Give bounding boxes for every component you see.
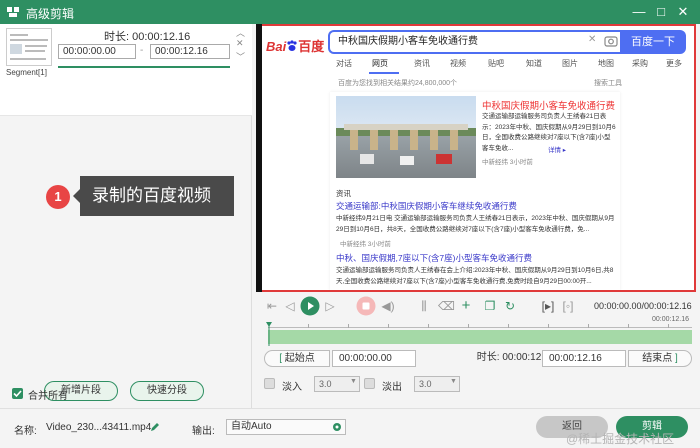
tab-video[interactable]: 视频 [450,58,466,69]
result-1-title[interactable]: 交通运输部:中秋国庆假期小客车继续免收通行费 [336,200,517,212]
fade-in-chevron-icon: ▼ [350,378,357,385]
jump-start-icon[interactable]: ⇤ [264,298,280,314]
toll-station-image [336,96,476,178]
output-settings-icon[interactable] [332,422,342,432]
app-logo-icon [7,7,19,17]
segment-start-input[interactable]: 00:00:00.00 [58,44,136,59]
timeline-clip[interactable] [268,330,692,344]
window-title: 高级剪辑 [26,7,75,21]
segment-panel: Segment[1] 时长: 00:00:12.16 00:00:00.00 -… [0,24,252,408]
separator-dash: - [140,45,144,56]
name-label: 名称: [14,426,37,437]
output-label: 输出: [192,426,215,437]
set-end-button[interactable]: 结束点 ] [628,350,692,367]
fade-controls: 淡入 3.0 ▼ 淡出 3.0 ▼ [264,376,564,393]
rotate-icon[interactable]: ↻ [502,298,518,314]
segment-thumbnail [6,28,52,66]
segment-end-input[interactable]: 00:00:12.16 [150,44,230,59]
baidu-tabs: 对话 网页 资讯 视频 贴吧 知道 图片 地图 采购 更多 [336,58,694,72]
copy-icon[interactable]: ❐ [482,298,498,314]
result-2-snippet: 交通运输部运输服务司负责人王绣春在会上介绍:2023年中秋、国庆假期从9月29日… [336,267,614,285]
output-select[interactable]: 自动Auto [226,419,346,435]
result-1-source: 中新经纬 3小时前 [340,241,391,248]
tab-news[interactable]: 资讯 [414,58,430,69]
title-bar: 高级剪辑 — □ ✕ [0,0,700,24]
paw-icon [287,40,297,51]
fade-out-checkbox[interactable] [364,378,375,389]
baidu-page: Bai 百度 中秋国庆假期小客车免收通行费 ✕ 百度一下 对话 网页 资讯 视频 … [264,26,694,290]
details-link[interactable]: 详情 ▸ [548,144,566,154]
tab-web[interactable]: 网页 [372,58,388,69]
delete-icon[interactable]: ⌫ [438,298,455,314]
record-stop-button[interactable] [356,296,376,316]
step-back-icon[interactable]: ◁ [282,298,298,314]
playhead[interactable] [266,322,272,346]
annotation-callout: 1 录制的百度视频 [46,176,234,216]
step-forward-icon[interactable]: ▷ [322,298,338,314]
split-icon[interactable]: ⫼ [416,298,432,314]
trim-start-input[interactable]: 00:00:00.00 [332,350,416,367]
timeline-end-time: 00:00:12.16 [652,316,689,323]
minimize-button[interactable]: — [630,3,648,21]
baidu-search-button[interactable]: 百度一下 [620,30,686,54]
featured-result-title[interactable]: 中秋国庆假期小客车免收通行费 [482,98,615,112]
segment-duration: 时长: 00:00:12.16 [104,31,191,43]
volume-icon[interactable]: ◀) [380,298,396,314]
video-preview: Bai 百度 中秋国庆假期小客车免收通行费 ✕ 百度一下 对话 网页 资讯 视频 … [256,24,696,292]
fade-out-label: 淡出 [382,382,402,393]
tab-maps[interactable]: 地图 [598,58,614,69]
tab-chat[interactable]: 对话 [336,58,352,69]
file-name: Video_230...43411.mp4 [46,422,152,433]
baidu-logo: Bai 百度 [266,39,325,54]
tab-tieba[interactable]: 贴吧 [488,58,504,69]
timeline[interactable]: 00:00:12.16 [266,316,692,346]
edit-name-icon[interactable] [150,422,160,432]
camera-icon[interactable] [604,35,618,47]
quick-split-button[interactable]: 快速分段 [130,381,204,401]
preview-left-edge [256,24,262,292]
tab-purchase[interactable]: 采购 [632,58,648,69]
segment-item[interactable]: Segment[1] 时长: 00:00:12.16 00:00:00.00 -… [0,24,252,116]
remove-segment-icon[interactable]: ✕ [236,38,244,49]
baidu-search-input[interactable]: 中秋国庆假期小客车免收通行费 [328,30,620,54]
segment-range-bar [58,66,230,68]
featured-result-source: 中新经纬 3小时前 [482,159,533,166]
screenshot-icon[interactable]: [◦] [560,298,576,314]
clear-icon[interactable]: ✕ [588,34,596,45]
fade-out-chevron-icon: ▼ [450,378,457,385]
result-1-snippet: 中新经纬9月21日电 交通运输部运输服务司负责人王绣春21日表示，2023年中秋… [336,215,615,233]
set-start-button[interactable]: [ 起始点 [264,350,330,367]
tab-images[interactable]: 图片 [562,58,578,69]
fade-in-checkbox[interactable] [264,378,275,389]
playback-controls: ⇤ ◁ ▷ ◀) ⫼ ⌫ + ❐ ↻ [▸] [◦] 00:00:00.00/0… [256,294,700,320]
result-count: 百度为您找到相关结果约24,800,000个 [338,80,458,87]
news-section-label: 资讯 [336,189,351,198]
timeline-ruler [268,322,692,328]
watermark: @稀土掘金技术社区 [566,432,675,446]
active-tab-indicator [369,72,399,74]
merge-all-label: 合并所有 [28,391,68,402]
trim-controls: [ 起始点 00:00:00.00 时长: 00:00:12.16 00:00:… [264,350,692,367]
trim-end-input[interactable]: 00:00:12.16 [542,350,626,367]
tab-zhidao[interactable]: 知道 [526,58,542,69]
segment-label: Segment[1] [6,68,47,77]
result-2-title[interactable]: 中秋、国庆假期,7座以下(含7座)小型客车免收通行费 [336,252,532,264]
scroll-down-icon[interactable]: ﹀ [236,50,245,63]
search-tools-link[interactable]: 搜索工具 [594,78,622,88]
featured-result-card: 中秋国庆假期小客车免收通行费 交通运输部运输服务司负责人王绣春21日表示：202… [330,92,620,290]
merge-all-checkbox[interactable] [12,388,23,399]
tab-more[interactable]: 更多 [666,58,682,69]
play-button[interactable] [300,296,320,316]
fade-in-label: 淡入 [282,382,302,393]
add-icon[interactable]: + [458,298,474,314]
callout-text: 录制的百度视频 [73,176,234,216]
callout-number-badge: 1 [46,185,70,209]
crop-icon[interactable]: [▸] [540,298,556,314]
check-icon [13,390,22,398]
close-button[interactable]: ✕ [674,3,692,21]
time-display: 00:00:00.00/00:00:12.16 [594,301,692,311]
maximize-button[interactable]: □ [652,3,670,21]
